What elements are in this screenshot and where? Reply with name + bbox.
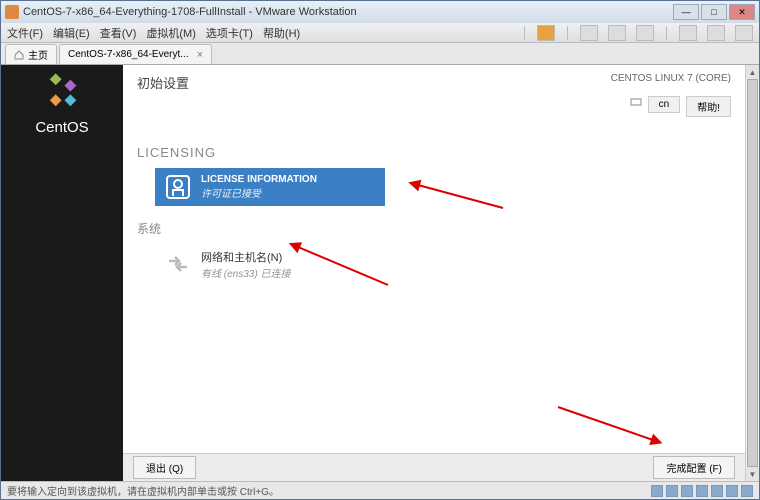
toolbar-revert-icon[interactable] <box>608 25 626 41</box>
tray-printer-icon[interactable] <box>726 485 738 497</box>
installer-sidebar: CentOS <box>1 65 123 481</box>
tray-net-icon[interactable] <box>681 485 693 497</box>
license-card[interactable]: LICENSE INFORMATION 许可证已接受 <box>155 168 385 206</box>
scroll-down-icon[interactable]: ▼ <box>746 467 759 481</box>
quit-button[interactable]: 退出 (Q) <box>133 456 196 479</box>
installer-main: 初始设置 CENTOS LINUX 7 (CORE) cn 帮助! LICENS… <box>123 65 745 481</box>
tray-disk-icon[interactable] <box>651 485 663 497</box>
maximize-button[interactable]: □ <box>701 4 727 20</box>
menu-help[interactable]: 帮助(H) <box>263 25 300 41</box>
toolbar-snapshot-icon[interactable] <box>580 25 598 41</box>
tab-home-label: 主页 <box>28 47 48 62</box>
tab-vm[interactable]: CentOS-7-x86_64-Everyt... × <box>59 44 212 64</box>
network-subtitle: 有线 (ens33) 已连接 <box>201 265 290 280</box>
network-title: 网络和主机名(N) <box>201 249 290 265</box>
network-card[interactable]: 网络和主机名(N) 有线 (ens33) 已连接 <box>155 245 385 283</box>
system-section-label: 系统 <box>137 220 731 237</box>
window-title: CentOS-7-x86_64-Everything-1708-FullInst… <box>23 6 673 18</box>
toolbar-power-icon[interactable] <box>537 25 555 41</box>
tab-vm-label: CentOS-7-x86_64-Everyt... <box>68 49 189 60</box>
minimize-button[interactable]: — <box>673 4 699 20</box>
license-icon <box>165 174 191 200</box>
menu-tabs[interactable]: 选项卡(T) <box>206 25 253 41</box>
vm-display: CentOS 初始设置 CENTOS LINUX 7 (CORE) cn 帮助!… <box>1 65 759 481</box>
tray-cd-icon[interactable] <box>666 485 678 497</box>
tab-bar: 主页 CentOS-7-x86_64-Everyt... × <box>1 43 759 65</box>
tab-close-icon[interactable]: × <box>197 49 203 61</box>
help-button[interactable]: 帮助! <box>686 96 731 117</box>
tray-usb-icon[interactable] <box>696 485 708 497</box>
annotation-arrow <box>413 183 513 216</box>
status-hint: 要将输入定向到该虚拟机，请在虚拟机内部单击或按 Ctrl+G。 <box>7 483 279 498</box>
license-title: LICENSE INFORMATION <box>201 174 317 185</box>
tray-display-icon[interactable] <box>741 485 753 497</box>
tray-sound-icon[interactable] <box>711 485 723 497</box>
device-tray <box>651 485 753 497</box>
toolbar-unity-icon[interactable] <box>707 25 725 41</box>
distro-label: CENTOS LINUX 7 (CORE) <box>611 73 731 84</box>
menu-vm[interactable]: 虚拟机(M) <box>146 25 196 41</box>
centos-brand: CentOS <box>35 119 88 136</box>
toolbar-fullscreen-icon[interactable] <box>679 25 697 41</box>
vmware-icon <box>5 5 19 19</box>
keyboard-icon <box>630 96 642 108</box>
menu-file[interactable]: 文件(F) <box>7 25 43 41</box>
page-title: 初始设置 <box>137 73 189 92</box>
licensing-section-label: LICENSING <box>137 145 731 160</box>
scroll-up-icon[interactable]: ▲ <box>746 65 759 79</box>
status-bar: 要将输入定向到该虚拟机，请在虚拟机内部单击或按 Ctrl+G。 <box>1 481 759 499</box>
close-button[interactable]: ✕ <box>729 4 755 20</box>
language-button[interactable]: cn <box>648 96 681 113</box>
tab-home[interactable]: 主页 <box>5 44 57 64</box>
menu-bar: 文件(F) 编辑(E) 查看(V) 虚拟机(M) 选项卡(T) 帮助(H) <box>1 23 759 43</box>
annotation-arrow <box>553 405 663 448</box>
centos-logo-icon <box>41 73 83 115</box>
toolbar-manage-icon[interactable] <box>636 25 654 41</box>
menu-view[interactable]: 查看(V) <box>100 25 137 41</box>
window-titlebar: CentOS-7-x86_64-Everything-1708-FullInst… <box>1 1 759 23</box>
menu-edit[interactable]: 编辑(E) <box>53 25 90 41</box>
license-subtitle: 许可证已接受 <box>201 185 317 200</box>
scroll-thumb[interactable] <box>747 79 758 467</box>
finish-button[interactable]: 完成配置 (F) <box>653 456 735 479</box>
vertical-scrollbar[interactable]: ▲ ▼ <box>745 65 759 481</box>
installer-footer: 退出 (Q) 完成配置 (F) <box>123 453 745 481</box>
home-icon <box>14 50 24 60</box>
network-icon <box>165 251 191 277</box>
toolbar-thumbnail-icon[interactable] <box>735 25 753 41</box>
